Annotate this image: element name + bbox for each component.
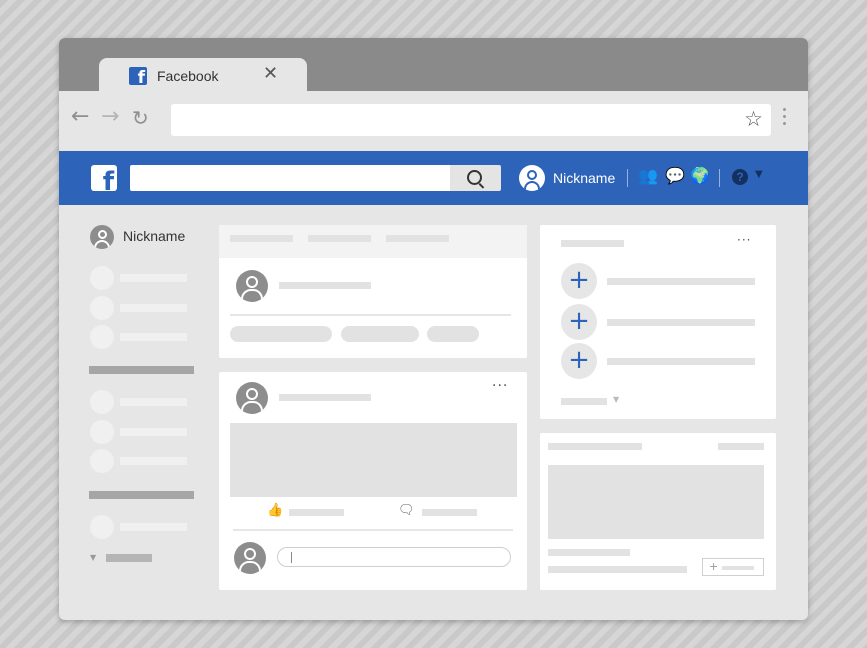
facebook-logo-icon[interactable] xyxy=(91,165,117,191)
search-input[interactable] xyxy=(130,165,500,191)
avatar xyxy=(236,382,268,414)
browser-window: Facebook ✕ ← → ↻ ☆ Nickname 👥 💬 🌍 ? ▼ xyxy=(59,38,808,620)
sidebar-item-label[interactable] xyxy=(120,523,187,531)
kebab-menu-icon[interactable] xyxy=(783,108,787,129)
plus-icon: + xyxy=(709,560,719,573)
composer-tab[interactable] xyxy=(230,235,293,242)
comment-input[interactable] xyxy=(277,547,511,567)
sidebar-section-heading xyxy=(89,491,194,499)
button-label xyxy=(722,566,754,570)
card-heading xyxy=(561,240,624,247)
profile-nickname[interactable]: Nickname xyxy=(553,170,615,186)
facebook-header: Nickname 👥 💬 🌍 ? ▼ xyxy=(59,151,808,205)
avatar[interactable] xyxy=(90,225,114,249)
post-image[interactable] xyxy=(230,423,517,497)
avatar xyxy=(234,542,266,574)
header-divider xyxy=(627,169,628,187)
tab-title: Facebook xyxy=(157,68,219,84)
sidebar-item-label[interactable] xyxy=(120,428,187,436)
browser-tab[interactable]: Facebook ✕ xyxy=(99,58,307,94)
card-link[interactable] xyxy=(718,443,764,450)
like-icon[interactable]: 👍 xyxy=(267,503,283,518)
suggestion-label[interactable] xyxy=(607,319,755,326)
composer-tab[interactable] xyxy=(386,235,449,242)
composer-input[interactable] xyxy=(279,282,371,289)
composer-action-button[interactable] xyxy=(341,326,419,342)
see-more-link[interactable] xyxy=(106,554,152,562)
facebook-favicon-icon xyxy=(129,67,147,88)
sidebar-item-icon[interactable] xyxy=(90,515,114,539)
caret-down-icon[interactable]: ▼ xyxy=(613,395,619,404)
ad-image[interactable] xyxy=(548,465,764,539)
sponsored-card: + xyxy=(540,433,776,590)
search-button[interactable] xyxy=(450,165,501,191)
more-options-icon[interactable]: ··· xyxy=(492,378,508,394)
avatar xyxy=(236,270,268,302)
like-label[interactable] xyxy=(289,509,344,516)
ad-subtitle xyxy=(548,566,687,573)
add-button[interactable]: + xyxy=(561,343,597,379)
comment-icon[interactable]: 🗨 xyxy=(398,503,415,518)
sidebar-item-icon[interactable] xyxy=(90,325,114,349)
sidebar-section-heading xyxy=(89,366,194,374)
sidebar-item-icon[interactable] xyxy=(90,420,114,444)
suggestion-label[interactable] xyxy=(607,358,755,365)
composer-action-button[interactable] xyxy=(427,326,479,342)
help-icon[interactable]: ? xyxy=(732,169,748,185)
sidebar-item-icon[interactable] xyxy=(90,449,114,473)
friends-icon[interactable]: 👥 xyxy=(638,166,658,185)
sidebar-item-label[interactable] xyxy=(120,457,187,465)
add-button[interactable]: + xyxy=(561,263,597,299)
caret-down-icon[interactable]: ▼ xyxy=(755,169,763,180)
sidebar-profile-name[interactable]: Nickname xyxy=(123,228,185,244)
ad-action-button[interactable]: + xyxy=(702,558,764,576)
address-bar[interactable]: ☆ xyxy=(171,104,771,136)
sidebar-item-label[interactable] xyxy=(120,398,187,406)
text-cursor xyxy=(291,552,292,563)
sidebar-item-icon[interactable] xyxy=(90,390,114,414)
divider xyxy=(233,529,513,531)
suggestions-card: ··· + + + ▼ xyxy=(540,225,776,419)
ad-title[interactable] xyxy=(548,549,630,556)
see-all-link[interactable] xyxy=(561,398,607,405)
search-icon xyxy=(467,170,482,185)
browser-toolbar: ← → ↻ ☆ xyxy=(59,91,808,151)
composer-action-button[interactable] xyxy=(230,326,332,342)
forward-arrow-icon[interactable]: → xyxy=(101,104,119,129)
add-button[interactable]: + xyxy=(561,304,597,340)
close-icon[interactable]: ✕ xyxy=(263,63,278,84)
caret-down-icon[interactable]: ▼ xyxy=(90,553,96,562)
tab-strip: Facebook ✕ xyxy=(59,38,808,94)
sidebar-item-icon[interactable] xyxy=(90,266,114,290)
sidebar-item-icon[interactable] xyxy=(90,296,114,320)
divider xyxy=(230,314,511,316)
globe-icon[interactable]: 🌍 xyxy=(690,166,710,185)
suggestion-label[interactable] xyxy=(607,278,755,285)
card-heading xyxy=(548,443,642,450)
feed-post: ··· 👍 🗨 xyxy=(219,372,527,590)
sidebar-item-label[interactable] xyxy=(120,333,187,341)
header-divider xyxy=(719,169,720,187)
messenger-icon[interactable]: 💬 xyxy=(665,166,685,185)
sidebar-item-label[interactable] xyxy=(120,304,187,312)
back-arrow-icon[interactable]: ← xyxy=(71,104,89,129)
star-icon[interactable]: ☆ xyxy=(744,107,763,131)
more-options-icon[interactable]: ··· xyxy=(737,233,751,247)
post-composer xyxy=(219,225,527,358)
comment-label[interactable] xyxy=(422,509,477,516)
composer-tab[interactable] xyxy=(308,235,371,242)
sidebar-item-label[interactable] xyxy=(120,274,187,282)
user-avatar-icon[interactable] xyxy=(519,165,545,191)
post-author[interactable] xyxy=(279,394,371,401)
reload-icon[interactable]: ↻ xyxy=(132,106,149,130)
